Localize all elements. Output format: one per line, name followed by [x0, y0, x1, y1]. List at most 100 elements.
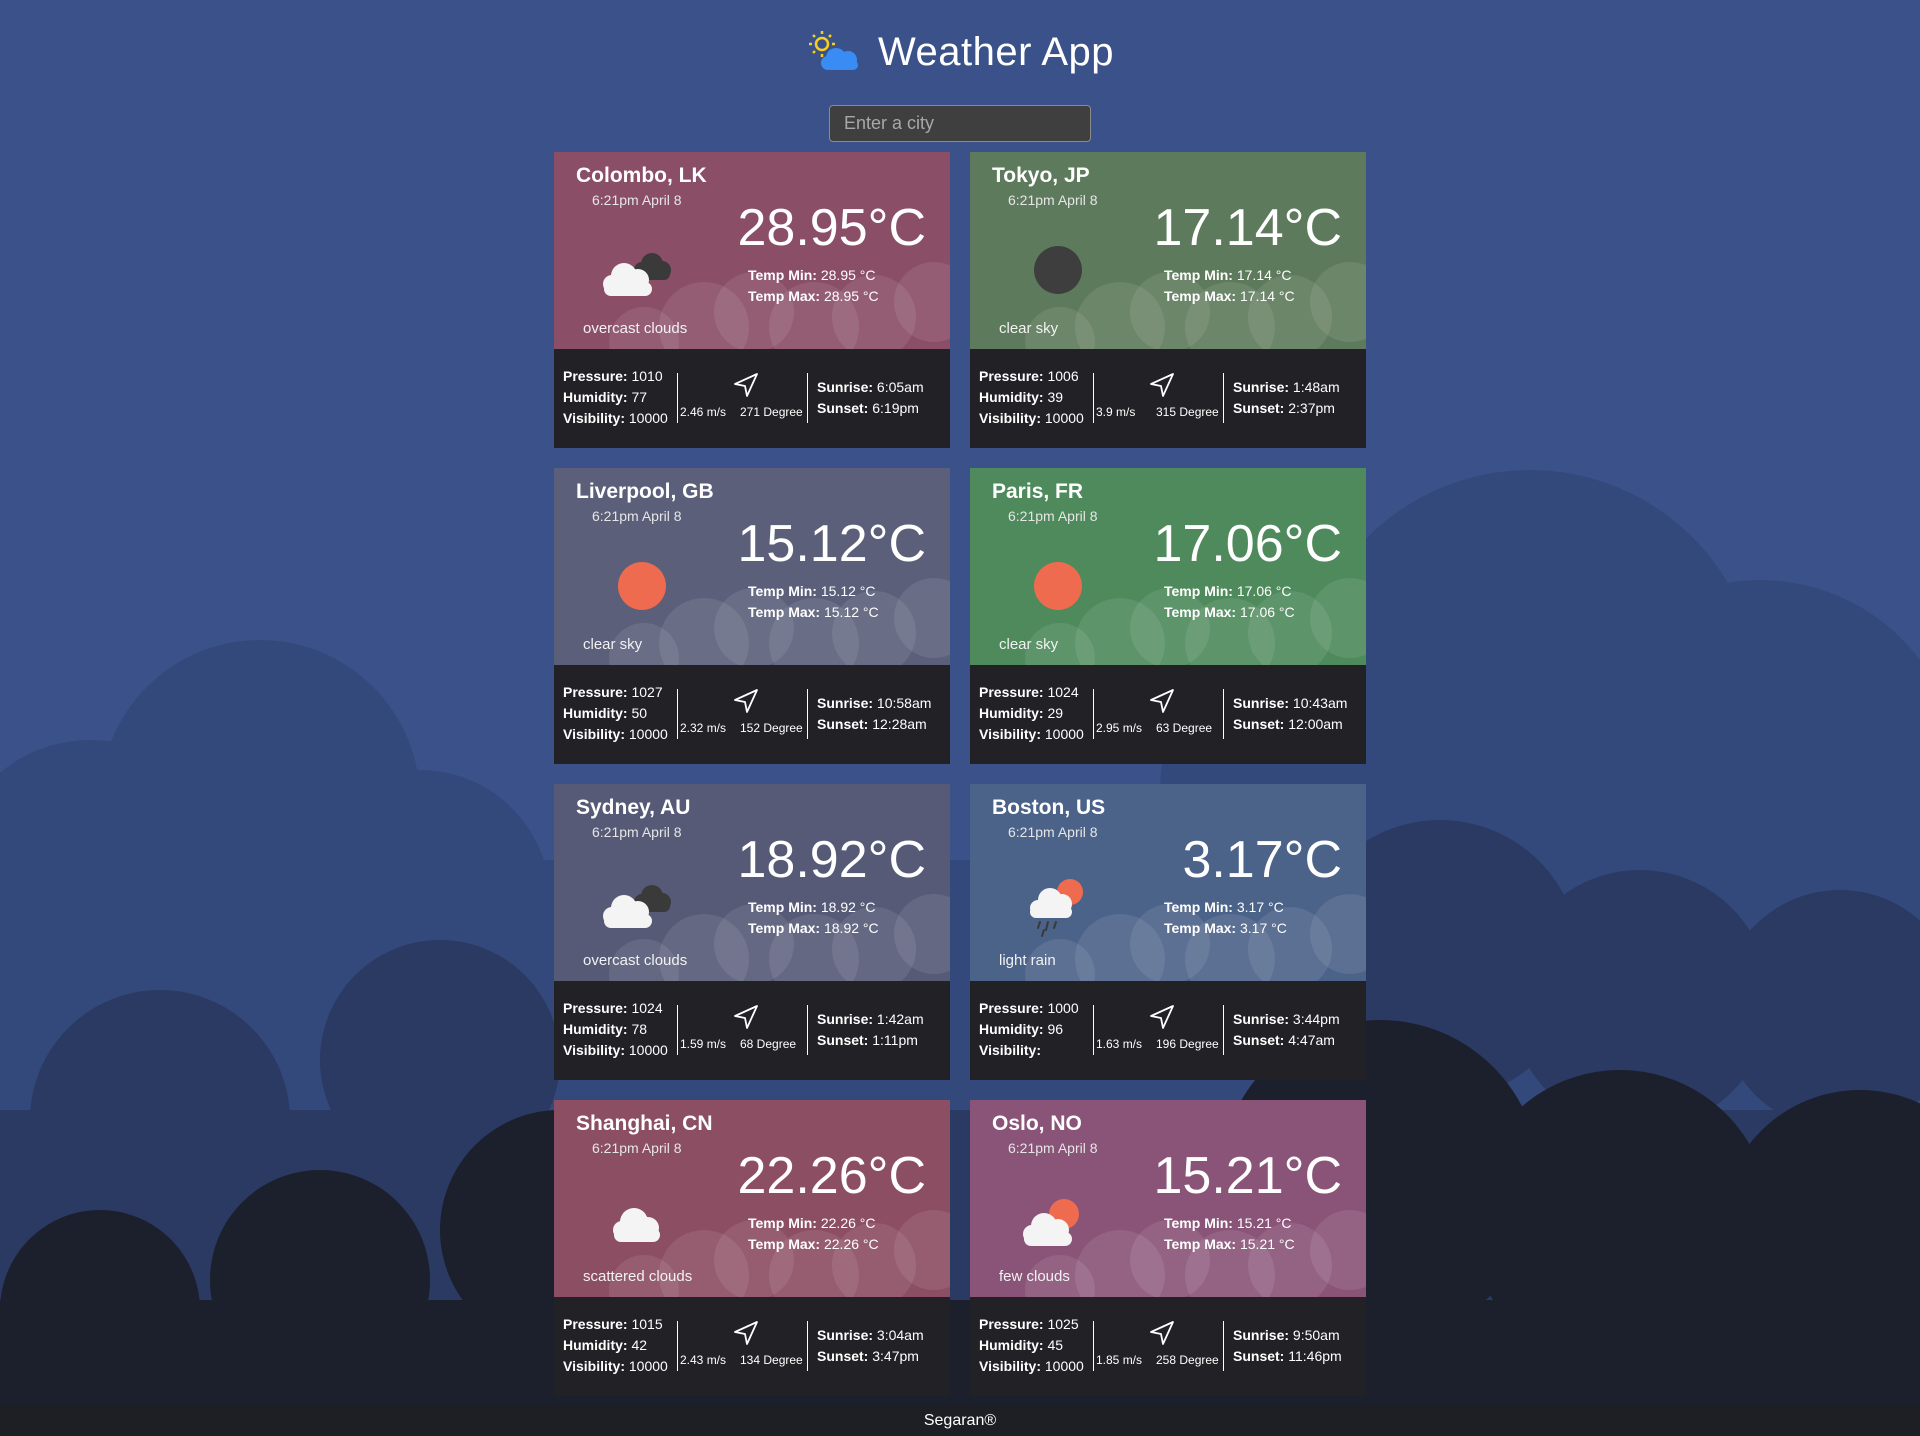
city-search-input[interactable]	[829, 105, 1091, 142]
weather-card-shanghai[interactable]: Shanghai, CN 6:21pm April 8 22.26°C Temp…	[554, 1100, 950, 1396]
city-name: Boston, US	[992, 796, 1106, 819]
footer-credit: Segaran®	[0, 1405, 1920, 1436]
sunset-value: 11:46pm	[1288, 1348, 1342, 1364]
local-time: 6:21pm April 8	[1008, 824, 1098, 840]
pressure-value: 1025	[1047, 1316, 1079, 1332]
divider	[1223, 1005, 1224, 1055]
card-details: Pressure: 1015 Humidity: 42 Visibility: …	[554, 1297, 950, 1396]
sunset-value: 12:00am	[1288, 716, 1343, 732]
wind-speed: 2.95 m/s	[1096, 721, 1143, 735]
current-temperature: 28.95°C	[737, 199, 926, 257]
atmosphere-stats: Pressure: 1010 Humidity: 77 Visibility: …	[563, 366, 668, 429]
humidity-label: Humidity:	[563, 705, 628, 721]
sun-times: Sunrise: 10:43am Sunset: 12:00am	[1233, 693, 1347, 735]
weather-description: clear sky	[583, 636, 643, 653]
wind-speed: 2.32 m/s	[680, 721, 727, 735]
pressure-value: 1015	[631, 1316, 663, 1332]
temp-max-label: Temp Max:	[748, 288, 821, 304]
sun-cloud-icon	[808, 31, 858, 70]
light-rain-icon	[1030, 879, 1083, 937]
temp-max-value: 15.12 °C	[823, 604, 879, 620]
few-clouds-icon	[1023, 1199, 1079, 1246]
sun-times: Sunrise: 3:04am Sunset: 3:47pm	[817, 1325, 924, 1367]
card-summary: Colombo, LK 6:21pm April 8 28.95°C Temp …	[554, 152, 950, 349]
sunset-label: Sunset:	[1233, 1032, 1285, 1048]
city-name: Colombo, LK	[576, 164, 707, 187]
current-temperature: 15.21°C	[1153, 1147, 1342, 1205]
humidity-value: 29	[1047, 705, 1064, 721]
sun-times: Sunrise: 1:42am Sunset: 1:11pm	[817, 1009, 924, 1051]
wind-degree: 196 Degree	[1156, 1037, 1219, 1051]
sunset-value: 6:19pm	[872, 400, 919, 416]
divider	[1093, 1321, 1094, 1371]
temp-max-value: 17.14 °C	[1239, 288, 1295, 304]
temp-max-value: 17.06 °C	[1239, 604, 1295, 620]
weather-card-tokyo[interactable]: Tokyo, JP 6:21pm April 8 17.14°C Temp Mi…	[970, 152, 1366, 448]
temp-min-label: Temp Min:	[1164, 267, 1233, 283]
clear-sun-icon	[618, 562, 666, 610]
weather-card-colombo[interactable]: Colombo, LK 6:21pm April 8 28.95°C Temp …	[554, 152, 950, 448]
sunset-label: Sunset:	[817, 1032, 869, 1048]
temp-min-value: 28.95 °C	[820, 267, 876, 283]
temp-range: Temp Min: 22.26 °C Temp Max: 22.26 °C	[748, 1213, 879, 1255]
app-header: Weather App	[0, 22, 1920, 82]
temp-min-value: 17.14 °C	[1236, 267, 1292, 283]
clear-night-icon	[1034, 246, 1082, 294]
pressure-label: Pressure:	[563, 368, 628, 384]
card-summary: Sydney, AU 6:21pm April 8 18.92°C Temp M…	[554, 784, 950, 981]
weather-card-paris[interactable]: Paris, FR 6:21pm April 8 17.06°C Temp Mi…	[970, 468, 1366, 764]
weather-card-sydney[interactable]: Sydney, AU 6:21pm April 8 18.92°C Temp M…	[554, 784, 950, 1080]
atmosphere-stats: Pressure: 1024 Humidity: 78 Visibility: …	[563, 998, 668, 1061]
card-details: Pressure: 1027 Humidity: 50 Visibility: …	[554, 665, 950, 764]
visibility-label: Visibility:	[979, 410, 1041, 426]
divider	[677, 1005, 678, 1055]
visibility-label: Visibility:	[563, 1042, 625, 1058]
weather-card-grid: Colombo, LK 6:21pm April 8 28.95°C Temp …	[554, 152, 1366, 1396]
sun-times: Sunrise: 6:05am Sunset: 6:19pm	[817, 377, 924, 419]
current-temperature: 17.14°C	[1153, 199, 1342, 257]
humidity-value: 77	[631, 389, 648, 405]
weather-description: light rain	[999, 952, 1056, 969]
wind-info: 2.46 m/s 271 Degree	[680, 371, 808, 431]
local-time: 6:21pm April 8	[592, 1140, 682, 1156]
overcast-clouds-icon	[603, 885, 671, 928]
atmosphere-stats: Pressure: 1015 Humidity: 42 Visibility: …	[563, 1314, 668, 1377]
wind-direction-icon	[734, 373, 758, 397]
pressure-label: Pressure:	[979, 1000, 1044, 1016]
temp-min-label: Temp Min:	[1164, 1215, 1233, 1231]
weather-card-boston[interactable]: Boston, US 6:21pm April 8 3.17°C Temp Mi…	[970, 784, 1366, 1080]
temp-min-label: Temp Min:	[748, 267, 817, 283]
sun-times: Sunrise: 3:44pm Sunset: 4:47am	[1233, 1009, 1340, 1051]
city-name: Shanghai, CN	[576, 1112, 713, 1135]
wind-direction-icon	[1150, 689, 1174, 713]
card-details: Pressure: 1010 Humidity: 77 Visibility: …	[554, 349, 950, 448]
visibility-value: 10000	[1044, 726, 1084, 742]
humidity-label: Humidity:	[979, 1337, 1044, 1353]
sunset-label: Sunset:	[817, 1348, 869, 1364]
temp-range: Temp Min: 28.95 °C Temp Max: 28.95 °C	[748, 265, 879, 307]
wind-degree: 134 Degree	[740, 1353, 803, 1367]
atmosphere-stats: Pressure: 1027 Humidity: 50 Visibility: …	[563, 682, 668, 745]
wind-direction-icon	[734, 1321, 758, 1345]
clear-sun-icon	[1034, 562, 1082, 610]
divider	[807, 1005, 808, 1055]
temp-min-value: 22.26 °C	[820, 1215, 876, 1231]
sunset-value: 4:47am	[1288, 1032, 1335, 1048]
wind-info: 1.63 m/s 196 Degree	[1096, 1003, 1224, 1063]
wind-speed: 1.59 m/s	[680, 1037, 727, 1051]
visibility-label: Visibility:	[979, 726, 1041, 742]
wind-degree: 68 Degree	[740, 1037, 797, 1051]
wind-direction-icon	[1150, 1005, 1174, 1029]
atmosphere-stats: Pressure: 1025 Humidity: 45 Visibility: …	[979, 1314, 1084, 1377]
sunrise-value: 1:42am	[876, 1011, 924, 1027]
temp-max-label: Temp Max:	[1164, 604, 1237, 620]
temp-min-value: 17.06 °C	[1236, 583, 1292, 599]
weather-card-liverpool[interactable]: Liverpool, GB 6:21pm April 8 15.12°C Tem…	[554, 468, 950, 764]
temp-max-label: Temp Max:	[748, 604, 821, 620]
sunrise-label: Sunrise:	[817, 379, 874, 395]
wind-speed: 2.43 m/s	[680, 1353, 727, 1367]
sunrise-label: Sunrise:	[817, 1011, 874, 1027]
weather-card-oslo[interactable]: Oslo, NO 6:21pm April 8 15.21°C Temp Min…	[970, 1100, 1366, 1396]
sunrise-value: 9:50am	[1292, 1327, 1340, 1343]
sunset-label: Sunset:	[817, 400, 869, 416]
